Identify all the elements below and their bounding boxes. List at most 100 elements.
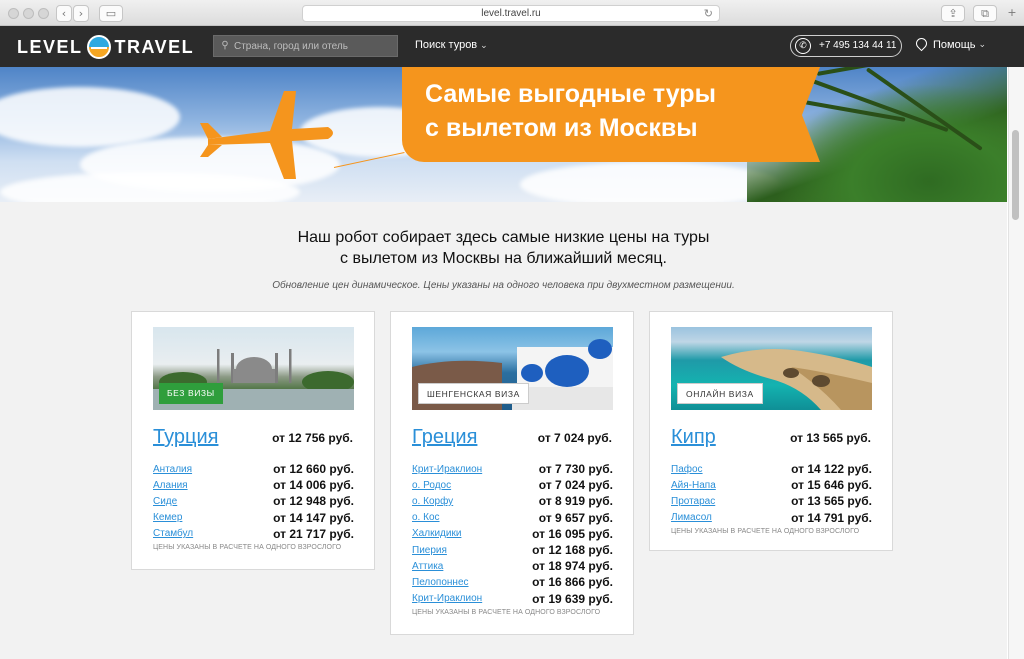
list-item: Лимасол от 14 791 руб.: [671, 510, 872, 526]
cloud: [0, 87, 180, 147]
list-item: Аттика от 18 974 руб.: [412, 558, 613, 574]
sidebar-icon[interactable]: ▭: [99, 5, 123, 22]
cloud: [520, 162, 780, 202]
city-link[interactable]: Пафос: [671, 464, 703, 475]
list-item: Крит-Ираклион от 7 730 руб.: [412, 461, 613, 477]
country-link-turkey[interactable]: Турция: [153, 426, 218, 449]
list-item: Крит-Ираклион от 19 639 руб.: [412, 591, 613, 607]
site-header: LEVEL TRAVEL ⚲ Поиск туров⌄ ✆ +7 495 134…: [0, 26, 1024, 67]
address-bar[interactable]: level.travel.ru ↻: [302, 5, 720, 22]
city-price: от 7 024 руб.: [538, 478, 613, 493]
chevron-down-icon: ⌄: [480, 41, 488, 51]
city-list: Крит-Ираклион от 7 730 руб. о. Родос от 7 …: [412, 461, 613, 607]
logo-sun-icon: [86, 35, 111, 59]
city-price: от 14 006 руб.: [273, 478, 354, 493]
list-item: Пафос от 14 122 руб.: [671, 461, 872, 477]
city-price: от 19 639 руб.: [532, 591, 613, 606]
city-price: от 14 122 руб.: [791, 462, 872, 477]
forward-icon[interactable]: ›: [73, 5, 89, 22]
city-link[interactable]: Протарас: [671, 496, 715, 507]
city-link[interactable]: о. Родос: [412, 480, 451, 491]
list-item: Стамбул от 21 717 руб.: [153, 526, 354, 542]
banner-line-1: Самые выгодные туры: [425, 80, 716, 108]
destination-image-greece[interactable]: ШЕНГЕНСКАЯ ВИЗА: [412, 327, 613, 410]
city-list: Пафос от 14 122 руб. Айя-Напа от 15 646 ру…: [671, 461, 872, 526]
reload-icon[interactable]: ↻: [704, 6, 713, 21]
destination-card-turkey: БЕЗ ВИЗЫ Турция от 12 756 руб. Анталия от…: [131, 311, 375, 570]
share-icon[interactable]: ⇪: [941, 5, 965, 22]
city-link[interactable]: Айя-Напа: [671, 480, 716, 491]
banner-headline: Самые выгодные туры с вылетом из Москвы: [425, 77, 716, 145]
visa-badge: ШЕНГЕНСКАЯ ВИЗА: [418, 383, 529, 404]
city-link[interactable]: о. Кос: [412, 512, 440, 523]
city-price: от 21 717 руб.: [273, 526, 354, 541]
chevron-down-icon: ⌄: [978, 40, 987, 50]
city-price: от 14 147 руб.: [273, 510, 354, 525]
back-icon[interactable]: ‹: [56, 5, 72, 22]
city-link[interactable]: Пелопоннес: [412, 577, 469, 588]
visa-badge: БЕЗ ВИЗЫ: [159, 383, 223, 404]
nav-tour-search[interactable]: Поиск туров ⌄: [415, 39, 488, 51]
list-item: Пиерия от 12 168 руб.: [412, 542, 613, 558]
country-link-greece[interactable]: Греция: [412, 426, 477, 449]
country-price: от 13 565 руб.: [790, 431, 871, 445]
city-price: от 13 565 руб.: [791, 494, 872, 509]
city-link[interactable]: Анталия: [153, 464, 192, 475]
country-price: от 7 024 руб.: [537, 431, 612, 445]
phone-button[interactable]: ✆ +7 495 134 44 11: [790, 35, 902, 57]
city-link[interactable]: Сиде: [153, 496, 177, 507]
tabs-overview-icon[interactable]: ⧉: [973, 5, 997, 22]
help-menu[interactable]: Помощь ⌄: [915, 38, 986, 52]
city-link[interactable]: Пиерия: [412, 545, 447, 556]
city-link[interactable]: о. Корфу: [412, 496, 453, 507]
city-link[interactable]: Кемер: [153, 512, 182, 523]
list-item: Пелопоннес от 16 866 руб.: [412, 574, 613, 590]
city-price: от 9 657 руб.: [538, 510, 613, 525]
window-close-button[interactable]: [8, 8, 19, 19]
city-price: от 12 948 руб.: [273, 494, 354, 509]
country-link-cyprus[interactable]: Кипр: [671, 426, 716, 449]
help-label: Помощь: [933, 39, 976, 51]
city-price: от 12 168 руб.: [532, 543, 613, 558]
city-link[interactable]: Крит-Ираклион: [412, 464, 482, 475]
visa-badge: ОНЛАЙН ВИЗА: [677, 383, 763, 404]
phone-icon: ✆: [795, 38, 811, 54]
city-link[interactable]: Крит-Ираклион: [412, 593, 482, 604]
destination-image-cyprus[interactable]: ОНЛАЙН ВИЗА: [671, 327, 872, 410]
intro-line-2: с вылетом из Москвы на ближайший месяц.: [340, 250, 667, 267]
logo-text-left: LEVEL: [17, 36, 83, 57]
search-input[interactable]: [234, 40, 394, 52]
banner-line-2: с вылетом из Москвы: [425, 114, 698, 142]
city-link[interactable]: Лимасол: [671, 512, 712, 523]
airplane-icon: [200, 91, 333, 179]
card-footnote: Цены указаны в расчете на одного взросло…: [671, 528, 860, 535]
phone-number: +7 495 134 44 11: [819, 40, 897, 51]
main-content: Наш робот собирает здесь самые низкие це…: [0, 202, 1007, 659]
city-link[interactable]: Аттика: [412, 561, 443, 572]
city-link[interactable]: Алания: [153, 480, 188, 491]
nav-tour-search-label: Поиск туров: [415, 39, 478, 51]
intro-headline: Наш робот собирает здесь самые низкие це…: [0, 227, 1007, 269]
intro-line-1: Наш робот собирает здесь самые низкие це…: [297, 229, 710, 246]
city-price: от 16 095 руб.: [532, 526, 613, 541]
list-item: Алания от 14 006 руб.: [153, 477, 354, 493]
list-item: Анталия от 12 660 руб.: [153, 461, 354, 477]
city-price: от 7 730 руб.: [538, 462, 613, 477]
list-item: о. Родос от 7 024 руб.: [412, 477, 613, 493]
list-item: Халкидики от 16 095 руб.: [412, 526, 613, 542]
city-link[interactable]: Стамбул: [153, 528, 193, 539]
scrollbar-thumb[interactable]: [1012, 130, 1019, 220]
new-tab-icon[interactable]: +: [1004, 5, 1020, 22]
pricing-note: Обновление цен динамическое. Цены указан…: [272, 280, 735, 291]
city-price: от 15 646 руб.: [791, 478, 872, 493]
destination-image-turkey[interactable]: БЕЗ ВИЗЫ: [153, 327, 354, 410]
list-item: Кемер от 14 147 руб.: [153, 510, 354, 526]
window-minimize-button[interactable]: [23, 8, 34, 19]
list-item: Сиде от 12 948 руб.: [153, 493, 354, 509]
search-box: ⚲: [213, 35, 398, 57]
search-icon: ⚲: [221, 40, 229, 51]
logo[interactable]: LEVEL TRAVEL: [17, 35, 194, 59]
city-link[interactable]: Халкидики: [412, 528, 461, 539]
city-price: от 8 919 руб.: [538, 494, 613, 509]
window-zoom-button[interactable]: [38, 8, 49, 19]
